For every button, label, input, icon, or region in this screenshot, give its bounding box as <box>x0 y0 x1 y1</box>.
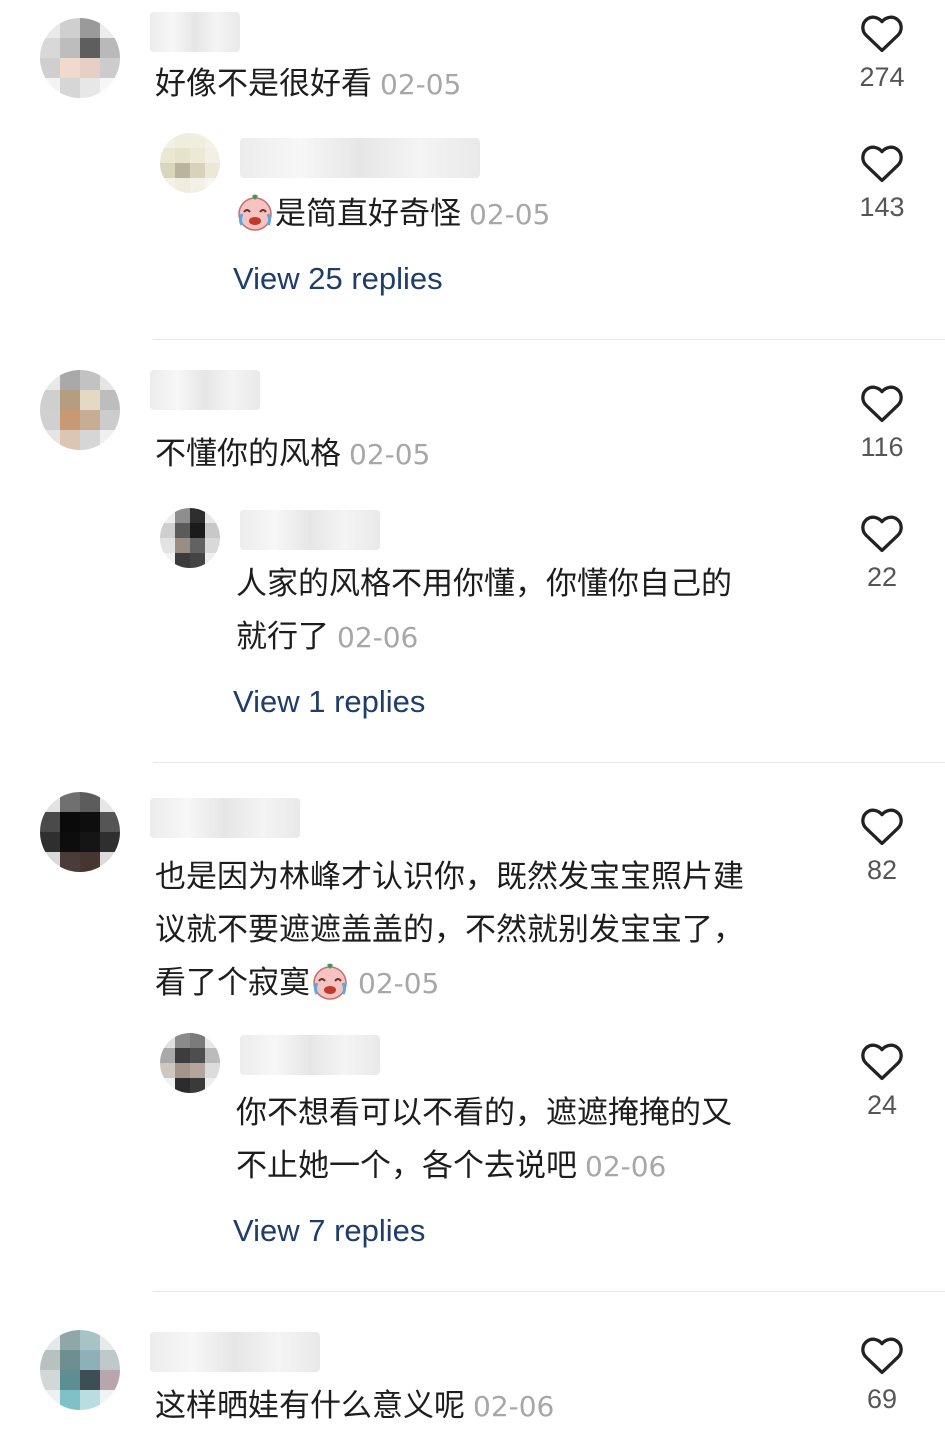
username-blurred[interactable] <box>150 798 300 838</box>
avatar[interactable] <box>40 792 120 872</box>
like-count: 24 <box>866 1090 898 1120</box>
avatar[interactable] <box>160 1033 220 1093</box>
like-count: 69 <box>866 1384 898 1414</box>
reply-date: 02-05 <box>469 198 551 231</box>
like-count: 116 <box>860 432 904 462</box>
heart-outline-icon <box>861 808 903 846</box>
divider <box>153 762 945 763</box>
heart-outline-icon <box>861 1043 903 1081</box>
reply-date: 02-06 <box>585 1150 667 1183</box>
avatar[interactable] <box>40 370 120 450</box>
like-button[interactable]: 22 <box>837 512 927 593</box>
username-blurred[interactable] <box>240 138 480 178</box>
like-button[interactable]: 82 <box>837 805 927 886</box>
username-blurred[interactable] <box>150 370 260 410</box>
reply-text: 人家的风格不用你懂，你懂你自己的 就行了 02-06 <box>236 566 732 655</box>
view-replies-link[interactable]: View 1 replies <box>233 684 425 720</box>
comment-date: 02-05 <box>349 438 431 471</box>
reply-text: 你不想看可以不看的，遮遮掩掩的又 不止她一个，各个去说吧 02-06 <box>236 1095 732 1184</box>
reply-text: 是简直好奇怪 02-05 <box>235 188 550 241</box>
avatar[interactable] <box>40 18 120 98</box>
comment-text: 不懂你的风格 02-05 <box>155 436 431 472</box>
like-count: 82 <box>866 855 898 885</box>
like-button[interactable]: 274 <box>837 12 927 93</box>
like-button[interactable]: 69 <box>837 1334 927 1415</box>
heart-outline-icon <box>861 1337 903 1375</box>
heart-outline-icon <box>861 515 903 553</box>
username-blurred[interactable] <box>150 1332 320 1372</box>
like-button[interactable]: 116 <box>837 382 927 463</box>
like-count: 274 <box>859 62 905 92</box>
heart-outline-icon <box>861 145 903 183</box>
view-replies-link[interactable]: View 7 replies <box>233 1213 425 1249</box>
comment-date: 02-05 <box>358 967 440 1000</box>
heart-outline-icon <box>861 385 903 423</box>
divider <box>153 1291 945 1292</box>
username-blurred[interactable] <box>240 1035 380 1075</box>
comment-text: 也是因为林峰才认识你，既然发宝宝照片建 议就不要遮遮盖盖的，不然就别发宝宝了， … <box>155 859 744 1001</box>
like-count: 22 <box>866 562 898 592</box>
view-replies-link[interactable]: View 25 replies <box>233 261 443 297</box>
like-button[interactable]: 24 <box>837 1040 927 1121</box>
like-count: 143 <box>859 192 905 222</box>
reply-date: 02-06 <box>337 621 419 654</box>
like-button[interactable]: 143 <box>837 142 927 223</box>
crying-laughing-face-icon <box>313 963 347 1000</box>
heart-outline-icon <box>861 15 903 53</box>
avatar[interactable] <box>160 508 220 568</box>
divider <box>153 339 945 340</box>
avatar[interactable] <box>160 133 220 193</box>
comment-date: 02-05 <box>380 68 462 101</box>
username-blurred[interactable] <box>240 510 380 550</box>
comment-text: 好像不是很好看 02-05 <box>155 66 462 102</box>
comment-text: 这样晒娃有什么意义呢 02-06 <box>155 1388 555 1424</box>
avatar[interactable] <box>40 1330 120 1410</box>
comment-date: 02-06 <box>473 1390 555 1423</box>
crying-laughing-face-icon <box>238 194 272 231</box>
username-blurred[interactable] <box>150 12 240 52</box>
